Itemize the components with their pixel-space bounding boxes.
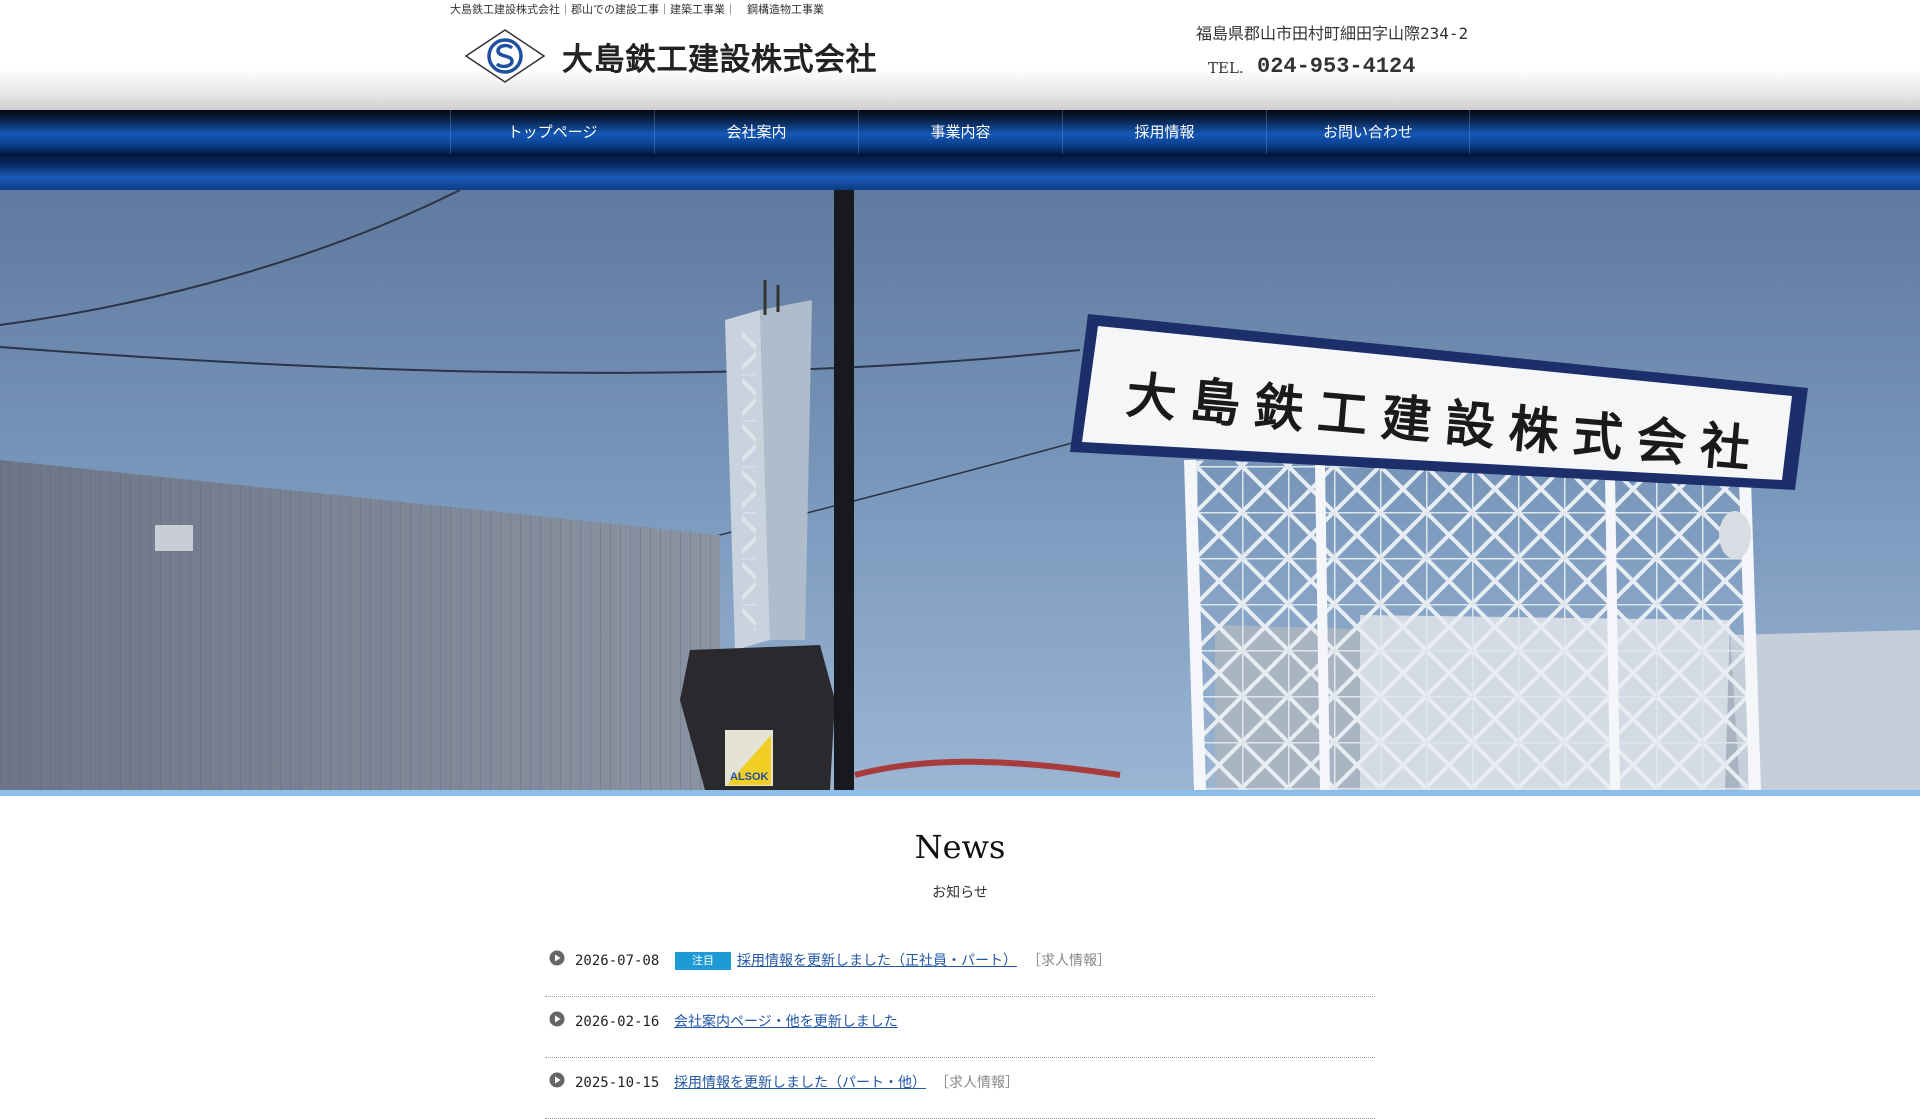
- nav-item-contact[interactable]: お問い合わせ: [1266, 110, 1470, 154]
- hero-image: ALSOK 大島鉄工建設株式会社: [0, 190, 1920, 790]
- site-header: 大島鉄工建設株式会社｜郡山での建設工事｜建築工事業｜ 鋼構造物工事業 大島鉄工建…: [0, 0, 1920, 110]
- news-category[interactable]: ［求人情報］: [1027, 950, 1111, 970]
- news-item: 2026-07-08 注目 採用情報を更新しました（正社員・パート） ［求人情報…: [545, 936, 1375, 997]
- main-navigation: トップページ 会社案内 事業内容 採用情報 お問い合わせ: [0, 110, 1920, 190]
- nav-item-recruit[interactable]: 採用情報: [1062, 110, 1266, 154]
- site-tagline: 大島鉄工建設株式会社｜郡山での建設工事｜建築工事業｜ 鋼構造物工事業: [450, 3, 824, 16]
- tel-label: TEL.: [1208, 59, 1244, 77]
- news-heading: News: [914, 828, 1006, 866]
- company-name[interactable]: 大島鉄工建設株式会社: [562, 34, 877, 79]
- nav-item-top[interactable]: トップページ: [450, 110, 654, 154]
- news-date: 2025-10-15: [575, 1075, 660, 1091]
- nav-item-business[interactable]: 事業内容: [858, 110, 1062, 154]
- alsok-sticker-text: ALSOK: [730, 771, 769, 783]
- news-link[interactable]: 採用情報を更新しました（正社員・パート）: [737, 950, 1017, 970]
- news-category[interactable]: ［求人情報］: [935, 1072, 1019, 1092]
- company-logo-icon[interactable]: [464, 28, 546, 84]
- company-address: 福島県郡山市田村町細田字山際234-2: [1196, 24, 1469, 43]
- play-bullet-icon: [549, 1011, 565, 1027]
- tel-number[interactable]: 024-953-4124: [1257, 54, 1415, 79]
- news-item: 2025-10-15 採用情報を更新しました（パート・他） ［求人情報］: [545, 1058, 1375, 1119]
- news-link[interactable]: 会社案内ページ・他を更新しました: [674, 1011, 898, 1031]
- news-date: 2026-07-08: [575, 953, 660, 969]
- news-item: 2026-02-16 会社案内ページ・他を更新しました: [545, 997, 1375, 1058]
- play-bullet-icon: [549, 950, 565, 966]
- news-subheading: お知らせ: [932, 885, 988, 901]
- news-list: 2026-07-08 注目 採用情報を更新しました（正社員・パート） ［求人情報…: [545, 936, 1375, 1119]
- nav-item-company[interactable]: 会社案内: [654, 110, 858, 154]
- nav-menu: トップページ 会社案内 事業内容 採用情報 お問い合わせ: [450, 110, 1470, 154]
- play-bullet-icon: [549, 1072, 565, 1088]
- news-date: 2026-02-16: [575, 1014, 660, 1030]
- news-badge-featured: 注目: [675, 952, 731, 970]
- hero-divider: [0, 790, 1920, 796]
- news-link[interactable]: 採用情報を更新しました（パート・他）: [674, 1072, 926, 1092]
